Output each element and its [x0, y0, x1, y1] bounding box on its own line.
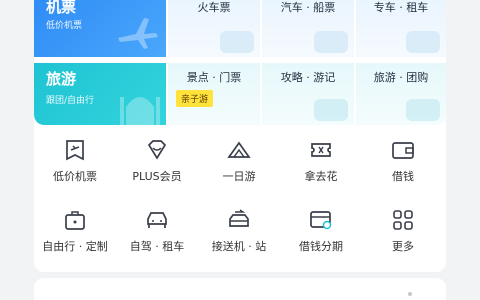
coupon-icon	[308, 138, 334, 162]
service-airport-shuttle[interactable]: 接送机 · 站	[198, 200, 280, 264]
train-icon	[220, 31, 254, 53]
guide-tile[interactable]: 攻略 · 游记	[262, 63, 354, 125]
car-icon	[406, 31, 440, 53]
service-row: 自由行 · 定制 自驾 · 租车 接送机 · 站 借钱分期 更多	[34, 200, 446, 264]
service-label: 更多	[392, 240, 414, 253]
service-label: PLUS会员	[132, 170, 182, 183]
wallet-icon	[390, 138, 416, 162]
ship-icon	[314, 31, 348, 53]
landmark-icon	[120, 97, 160, 125]
service-more[interactable]: 更多	[362, 200, 444, 264]
car-icon	[144, 208, 170, 232]
diamond-icon	[144, 138, 170, 162]
ticket-icon	[62, 138, 88, 162]
guide-label: 攻略 · 游记	[280, 71, 336, 84]
service-label: 借钱分期	[299, 240, 343, 253]
travel-tile[interactable]: 旅游 跟团/自由行	[34, 63, 166, 125]
service-label: 自由行 · 定制	[42, 240, 108, 253]
attraction-ticket-tile[interactable]: 景点 · 门票 亲子游	[168, 63, 260, 125]
service-installment-loan[interactable]: 借钱分期	[280, 200, 362, 264]
airplane-icon	[118, 18, 158, 49]
more-dot-icon	[408, 292, 412, 296]
service-row: 低价机票 PLUS会员 一日游 拿去花 借钱	[34, 130, 446, 194]
service-label: 拿去花	[304, 170, 338, 183]
shuttle-icon	[226, 208, 252, 232]
group-buy-label: 旅游 · 团购	[373, 71, 429, 84]
next-card	[34, 278, 446, 300]
car-rental-label: 专车 · 租车	[373, 1, 429, 14]
service-day-trip[interactable]: 一日游	[198, 130, 280, 194]
train-ticket-tile[interactable]: 火车票	[168, 0, 260, 57]
service-self-drive[interactable]: 自驾 · 租车	[116, 200, 198, 264]
service-naquhua[interactable]: 拿去花	[280, 130, 362, 194]
service-label: 借钱	[392, 170, 414, 183]
flight-tile[interactable]: 机票 低价机票	[34, 0, 166, 57]
service-free-travel[interactable]: 自由行 · 定制	[34, 200, 116, 264]
bus-ship-tile[interactable]: 汽车 · 船票	[262, 0, 354, 57]
guide-icon	[314, 99, 348, 121]
car-rental-tile[interactable]: 专车 · 租车	[356, 0, 446, 57]
card-icon	[308, 208, 334, 232]
service-label: 自驾 · 租车	[129, 240, 185, 253]
train-ticket-label: 火车票	[197, 1, 231, 14]
attraction-ticket-label: 景点 · 门票	[186, 71, 242, 84]
grid-icon	[390, 208, 416, 232]
group-buy-icon	[406, 99, 440, 121]
service-label: 接送机 · 站	[211, 240, 267, 253]
travel-title: 旅游	[46, 70, 77, 88]
service-label: 一日游	[222, 170, 256, 183]
suitcase-icon	[62, 208, 88, 232]
travel-banner: 机票 低价机票 旅游 跟团/自由行 火车票 汽车 · 船票 专车 · 租车 景点…	[34, 0, 446, 125]
service-borrow-money[interactable]: 借钱	[362, 130, 444, 194]
flight-title: 机票	[46, 0, 77, 16]
group-buy-tile[interactable]: 旅游 · 团购	[356, 63, 446, 125]
family-trip-badge: 亲子游	[176, 90, 214, 107]
service-label: 低价机票	[53, 170, 97, 183]
service-cheap-flights[interactable]: 低价机票	[34, 130, 116, 194]
travel-subtitle: 跟团/自由行	[46, 96, 95, 106]
service-plus-member[interactable]: PLUS会员	[116, 130, 198, 194]
flight-subtitle: 低价机票	[46, 21, 83, 31]
bus-ship-label: 汽车 · 船票	[280, 1, 336, 14]
mountain-icon	[226, 138, 252, 162]
